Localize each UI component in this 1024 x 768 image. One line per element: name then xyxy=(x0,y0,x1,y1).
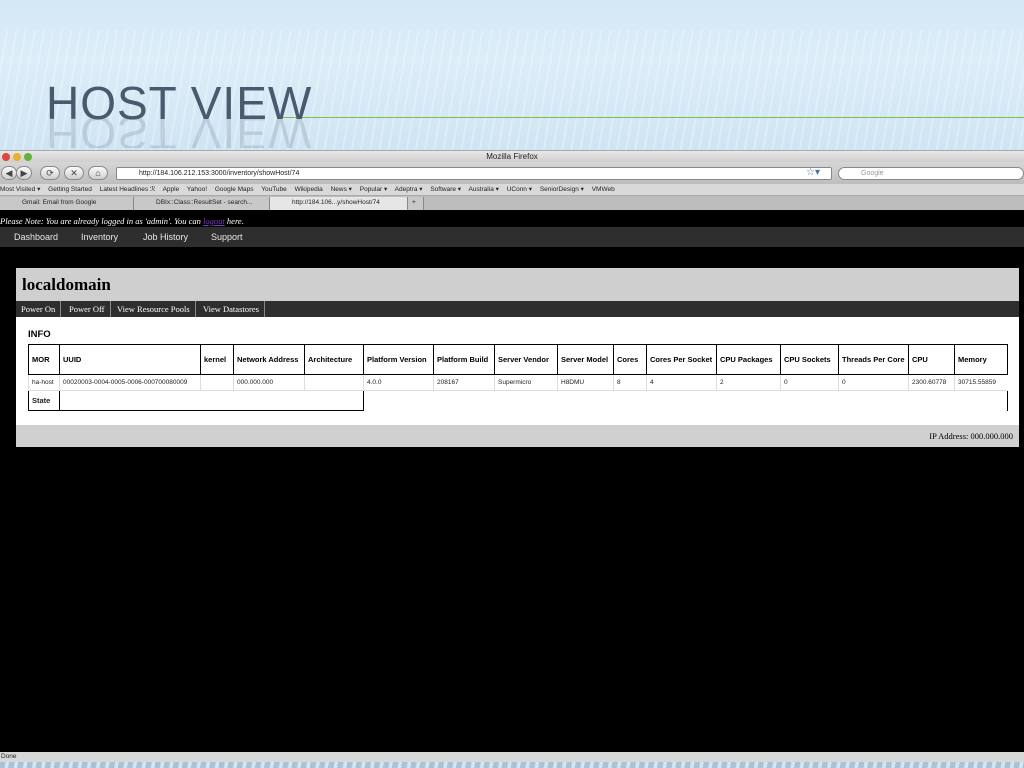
column-header: Server Vendor xyxy=(494,344,558,375)
minimize-window-icon[interactable] xyxy=(13,153,21,161)
ip-address: IP Address: 000.000.000 xyxy=(16,425,1019,447)
column-header: UUID xyxy=(59,344,201,375)
table-cell: 0 xyxy=(780,374,839,391)
main-nav: Dashboard Inventory Job History Support xyxy=(0,227,1024,247)
nav-support[interactable]: Support xyxy=(211,227,243,247)
column-header: CPU Packages xyxy=(716,344,781,375)
table-cell: 8 xyxy=(613,374,647,391)
table-cell: 00020003-0004-0005-0006-000700080009 xyxy=(59,374,201,391)
slide-title-reflection: HOST VIEW xyxy=(46,118,313,148)
bookmark-item[interactable]: Australia ▾ xyxy=(469,186,499,193)
login-notice: Please Note: You are already logged in a… xyxy=(0,215,1024,227)
back-button[interactable]: ◀ xyxy=(1,166,17,180)
table-cell: 4.0.0 xyxy=(363,374,434,391)
view-resource-pools-button[interactable]: View Resource Pools xyxy=(112,301,196,317)
bookmark-item[interactable]: UConn ▾ xyxy=(507,186,532,193)
search-input[interactable]: Google xyxy=(838,167,1024,180)
nav-job-history[interactable]: Job History xyxy=(143,227,188,247)
state-label: State xyxy=(28,390,60,411)
column-header: CPU xyxy=(908,344,955,375)
bookmark-item[interactable]: Apple xyxy=(163,186,180,193)
table-cell: 208167 xyxy=(433,374,495,391)
column-header: Memory xyxy=(954,344,1008,375)
close-window-icon[interactable] xyxy=(2,153,10,161)
state-row: State xyxy=(28,390,1008,411)
table-cell xyxy=(304,374,364,391)
bookmark-item[interactable]: VMWeb xyxy=(592,186,615,193)
bookmark-item[interactable]: Software ▾ xyxy=(430,186,461,193)
logout-link[interactable]: logout xyxy=(203,216,225,226)
table-row: ha-host 00020003-0004-0005-0006-00070008… xyxy=(28,374,1008,391)
column-header: Network Address xyxy=(233,344,305,375)
forward-button[interactable]: ▶ xyxy=(16,166,32,180)
table-cell xyxy=(200,374,234,391)
bookmark-item[interactable]: YouTube xyxy=(261,186,287,193)
bookmark-item[interactable]: Getting Started xyxy=(48,186,92,193)
table-cell: 4 xyxy=(646,374,717,391)
nav-dashboard[interactable]: Dashboard xyxy=(14,227,58,247)
bookmark-star-icon[interactable]: ☆▾ xyxy=(806,167,820,178)
bookmark-item[interactable]: SeniorDesign ▾ xyxy=(540,186,584,193)
tab-dbix[interactable]: DBIx::Class::ResultSet - search... xyxy=(134,197,270,210)
host-actions: Power On Power Off View Resource Pools V… xyxy=(16,301,1019,317)
state-value xyxy=(59,390,364,411)
table-cell: H8DMU xyxy=(557,374,614,391)
column-header: MOR xyxy=(28,344,60,375)
zoom-window-icon[interactable] xyxy=(24,153,32,161)
host-panel: localdomain Power On Power Off View Reso… xyxy=(16,268,1019,447)
table-cell: 0 xyxy=(838,374,909,391)
bookmark-item[interactable]: Latest Headlines ℛ xyxy=(100,186,155,193)
table-cell: 2 xyxy=(716,374,781,391)
table-cell: 000.000.000 xyxy=(233,374,305,391)
bookmark-item[interactable]: News ▾ xyxy=(331,186,352,193)
column-header: Server Model xyxy=(557,344,614,375)
tab-bar: Gmail: Email from Google DBIx::Class::Re… xyxy=(0,196,1024,210)
power-on-button[interactable]: Power On xyxy=(16,301,62,317)
bookmark-item[interactable]: Popular ▾ xyxy=(360,186,387,193)
host-info-table: MOR UUID kernel Network Address Architec… xyxy=(28,344,1008,411)
view-datastores-button[interactable]: View Datastores xyxy=(198,301,265,317)
bookmark-item[interactable]: Yahoo! xyxy=(187,186,207,193)
slide-divider xyxy=(280,117,1024,118)
nav-inventory[interactable]: Inventory xyxy=(81,227,118,247)
window-title: Mozilla Firefox xyxy=(486,152,538,161)
bookmark-item[interactable]: Most Visited ▾ xyxy=(0,186,40,193)
state-spacer xyxy=(363,390,1008,411)
column-header: Architecture xyxy=(304,344,364,375)
column-header: Threads Per Core xyxy=(838,344,909,375)
bookmark-item[interactable]: Adeptra ▾ xyxy=(395,186,423,193)
new-tab-button[interactable]: + xyxy=(408,197,424,210)
tab-showhost[interactable]: http://184.106...y/showHost/74 xyxy=(270,197,408,210)
column-header: Platform Build xyxy=(433,344,495,375)
slide-footer xyxy=(0,762,1024,768)
stop-button[interactable]: ✕ xyxy=(64,166,84,180)
browser-toolbar: ◀ ▶ ⟳ ✕ ⌂ http://184.106.212.153:3000/in… xyxy=(0,162,1024,184)
status-bar: Done xyxy=(0,752,1024,762)
column-header: kernel xyxy=(200,344,234,375)
table-cell: Supermicro xyxy=(494,374,558,391)
notice-suffix: here. xyxy=(224,216,244,226)
info-heading: INFO xyxy=(28,329,51,340)
home-button[interactable]: ⌂ xyxy=(88,166,108,180)
host-name: localdomain xyxy=(16,268,1019,301)
url-input[interactable]: http://184.106.212.153:3000/inventory/sh… xyxy=(116,167,832,180)
window-titlebar: Mozilla Firefox xyxy=(0,150,1024,162)
notice-text: Please Note: You are already logged in a… xyxy=(0,216,204,226)
column-header: CPU Sockets xyxy=(780,344,839,375)
bookmarks-bar: Most Visited ▾ Getting Started Latest He… xyxy=(0,184,1024,196)
table-cell: 30715.55859 xyxy=(954,374,1008,391)
reload-button[interactable]: ⟳ xyxy=(40,166,60,180)
bookmark-item[interactable]: Google Maps xyxy=(215,186,254,193)
table-cell: ha-host xyxy=(28,374,60,391)
table-cell: 2300.60778 xyxy=(908,374,955,391)
column-header: Platform Version xyxy=(363,344,434,375)
table-header-row: MOR UUID kernel Network Address Architec… xyxy=(28,344,1008,375)
bookmark-item[interactable]: Wikipedia xyxy=(295,186,323,193)
column-header: Cores xyxy=(613,344,647,375)
tab-gmail[interactable]: Gmail: Email from Google xyxy=(0,197,134,210)
column-header: Cores Per Socket xyxy=(646,344,717,375)
power-off-button[interactable]: Power Off xyxy=(64,301,111,317)
